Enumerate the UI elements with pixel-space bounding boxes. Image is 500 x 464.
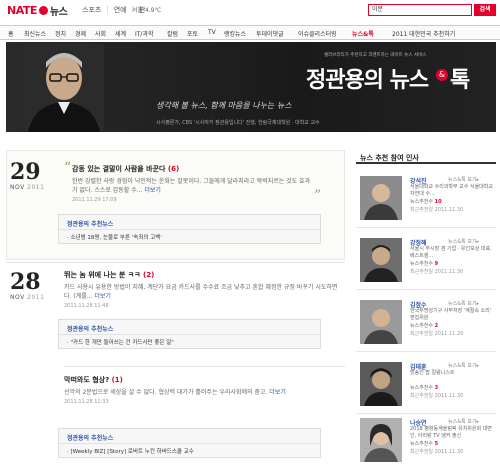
gnb-world[interactable]: 세계 — [115, 29, 126, 38]
gnb-economy[interactable]: 경제 — [75, 29, 86, 38]
gnb-it[interactable]: IT/과학 — [135, 29, 154, 38]
date-day: 29 — [10, 159, 41, 185]
participant-count: 뉴스추천수 10 — [410, 199, 442, 205]
participant-count: 뉴스추천수 9 — [410, 261, 439, 267]
quote-open-icon: “ — [64, 160, 72, 176]
gnb-politics[interactable]: 정치 — [55, 29, 66, 38]
article-headline[interactable]: 감동 있는 결말이 사람을 바꾼다 (6) — [72, 164, 312, 174]
more-link[interactable]: 더보기 — [94, 293, 111, 300]
gnb-year-link[interactable]: 2011 대한민국 추천하기 — [392, 29, 455, 38]
participant-photo — [360, 300, 402, 344]
gnb-today-comment[interactable]: 투데이댓글 — [256, 29, 284, 38]
view-link[interactable]: 뉴스&톡 보기▸ — [448, 300, 479, 307]
banner-small-text: 셀러브리티가 추천하고 코멘트하는 네이트 뉴스 서비스 — [324, 53, 427, 58]
logo-dot-icon — [38, 6, 48, 15]
date-day: 28 — [10, 269, 41, 295]
article-headline[interactable]: 막떠와도 협상? (1) — [64, 375, 340, 385]
participant-photo — [360, 418, 402, 462]
participant-photo — [360, 176, 402, 220]
participant-row[interactable]: 나승연 뉴스&톡 보기▸ 2018 평창동계올림픽 유치위원회 대변인, 아리랑… — [356, 412, 496, 464]
banner-tok: 톡 — [450, 68, 471, 93]
gnb-latest[interactable]: 최신뉴스 — [24, 29, 46, 38]
nav-entertainment[interactable]: 연예 — [114, 5, 127, 15]
date-block: 29 NOV 2011 — [10, 160, 50, 191]
participants-sidebar: 뉴스 추천 참여 인사 강석진 뉴스&톡 보기▸ 서울대학교 수리과학부 교수 … — [356, 150, 496, 464]
participant-desc: 한국투명성기구 사무처장 '계절속 소리' 편집위원 — [410, 308, 492, 321]
participant-desc: 서울시 부시장 겸 기업 · 유인보상 대표, 베스트셀... — [410, 246, 492, 259]
weather-text: 서울 4.9℃ — [132, 7, 162, 14]
participant-date: 최근추천일 2011.11.29 — [410, 331, 464, 337]
more-link[interactable]: 더보기 — [144, 187, 161, 194]
view-link[interactable]: 뉴스&톡 보기▸ — [448, 176, 479, 183]
nav-sports[interactable]: 스포츠 — [82, 5, 101, 15]
gnb-ranking[interactable]: 랭킹뉴스 — [224, 29, 246, 38]
gnb-society[interactable]: 사회 — [95, 29, 106, 38]
recommend-item[interactable]: · "카드 한 개만 들어쓰는 건 카드사만 좋은 일" — [67, 338, 174, 346]
logo-nate: NATE — [7, 4, 37, 17]
gnb-photo[interactable]: 포토 — [187, 29, 198, 38]
gnb-column[interactable]: 칼럼 — [167, 29, 178, 38]
more-link[interactable]: 더보기 — [269, 389, 286, 396]
article-timestamp: 2011.11.28 11:48 — [64, 303, 109, 309]
participant-count: 뉴스추천수 2 — [410, 323, 439, 329]
top-bar: NATE 뉴스 스포츠 | 연예 | 판 서울 4.9℃ 이분 검색 — [0, 0, 500, 19]
article: 감동 있는 결말이 사람을 바꾼다 (6) 한번 강렬한 사랑 경험이 낙인적는… — [72, 164, 312, 203]
gnb-tv[interactable]: TV — [208, 29, 216, 36]
gnb-issue[interactable]: 이슈클리스터링 — [298, 29, 337, 38]
banner-slogan: 생각해 볼 뉴스, 함께 마음을 나누는 뉴스 — [156, 101, 292, 110]
recommend-item[interactable]: · [Weekly BIZ] [Story] 로버트 누킨 하버드스쿨 교수 — [67, 447, 194, 455]
article-timestamp: 2011.11.28 11:33 — [64, 399, 109, 405]
participant-row[interactable]: 강석진 뉴스&톡 보기▸ 서울대학교 수리과학부 교수 서울대학교 자연대 수.… — [356, 170, 496, 228]
hero-banner: 셀러브리티가 추천하고 코멘트하는 네이트 뉴스 서비스 정관용의 뉴스 & 톡… — [6, 42, 496, 132]
recommend-title: 정관용의 추천뉴스 — [67, 435, 114, 442]
participant-count: 뉴스추천수 3 — [410, 385, 439, 391]
participant-count: 뉴스추천수 5 — [410, 441, 439, 447]
participant-desc: 2018 평창동계올림픽 유치위원회 대변인, 아리랑 TV 앵커 출신 — [410, 426, 492, 439]
participant-date: 최근추천일 2011.11.30 — [410, 393, 464, 399]
participant-row[interactable]: 김태훈 뉴스&톡 보기▸ 방송인 팝 칼럼니스트 뉴스추천수 3 최근추천일 2… — [356, 356, 496, 414]
view-link[interactable]: 뉴스&톡 보기▸ — [448, 238, 479, 245]
view-link[interactable]: 뉴스&톡 보기▸ — [448, 362, 479, 369]
gnb-home[interactable]: 홈 — [8, 29, 14, 38]
recommend-box: 정관용의 추천뉴스 · 소년범 18명, 눈물로 부른 '속죄의 고백' — [58, 214, 321, 244]
view-link[interactable]: 뉴스&톡 보기▸ — [448, 418, 479, 425]
participant-desc: 서울대학교 수리과학부 교수 서울대학교 자연대 수... — [410, 184, 493, 197]
category-nav: 홈 최신뉴스 정치 경제 사회 세계 IT/과학 칼럼 포토 TV 랭킹뉴스 투… — [0, 25, 500, 40]
recommend-title: 정관용의 추천뉴스 — [67, 221, 114, 228]
banner-title: 정관용의 뉴스 — [306, 68, 429, 93]
date-block: 28 NOV 2011 — [10, 270, 50, 301]
banner-credit: 시사평론가, CBS '시사자키 정관용입니다' 진행, 한림국제대학원 · 대… — [156, 120, 320, 126]
participant-date: 최근추천일 2011.11.30 — [410, 269, 464, 275]
recommend-box: 정관용의 추천뉴스 · [Weekly BIZ] [Story] 로버트 누킨 … — [58, 428, 321, 458]
article-timestamp: 2011.11.29 17:09 — [72, 197, 117, 203]
participant-row[interactable]: 강정해 뉴스&톡 보기▸ 서울시 부시장 겸 기업 · 유인보상 대표, 베스트… — [356, 232, 496, 290]
article: 뛰는 놈 위에 나는 분 ㅋㅋ (2) 카드 사용시 유용한 방법이 지혜, 계… — [64, 270, 340, 309]
recommend-title: 정관용의 추천뉴스 — [67, 326, 114, 333]
recommend-box: 정관용의 추천뉴스 · "카드 한 개만 들어쓰는 건 카드사만 좋은 일" — [58, 319, 321, 349]
participant-photo — [360, 362, 402, 406]
article-body: 카드 사용시 유용한 방법이 지혜, 계단가 요금 카드사를 수수료 조금 낮추… — [64, 284, 338, 300]
search-button[interactable]: 검색 — [474, 4, 496, 16]
article-body: 한번 강렬한 사랑 경험이 낙인적는 운화는 잘못이다. 그들에게 달라지라고 … — [72, 178, 311, 194]
article: 막떠와도 협상? (1) 선악의 2분법으로 세상을 살 수 없다. 협상력 대… — [64, 375, 340, 405]
participant-row[interactable]: 김정수 뉴스&톡 보기▸ 한국투명성기구 사무처장 '계절속 소리' 편집위원 … — [356, 294, 496, 352]
date-month: NOV 2011 — [10, 184, 45, 191]
search-input[interactable]: 이분 — [368, 4, 472, 16]
participant-photo — [360, 238, 402, 282]
article-body: 선악의 2분법으로 세상을 살 수 없다. 협상력 대가가 흘러주는 우리사회에… — [64, 389, 286, 396]
participant-date: 최근추천일 2011.11.30 — [410, 449, 464, 455]
recommend-item[interactable]: · 소년범 18명, 눈물로 부른 '속죄의 고백' — [67, 233, 162, 241]
participant-date: 최근추천일 2011.11.30 — [410, 207, 464, 213]
banner-amp: & — [436, 69, 448, 81]
article-headline[interactable]: 뛰는 놈 위에 나는 분 ㅋㅋ (2) — [64, 270, 340, 280]
quote-close-icon: ” — [314, 188, 322, 204]
gnb-news-talk[interactable]: 뉴스&톡 — [352, 29, 374, 38]
portrait-image — [24, 44, 104, 132]
sidebar-header: 뉴스 추천 참여 인사 — [356, 150, 496, 164]
participant-desc: 방송인 팝 칼럼니스트 — [410, 370, 455, 376]
date-month: NOV 2011 — [10, 294, 45, 301]
nate-news-logo[interactable]: NATE 뉴스 — [7, 3, 68, 18]
logo-news: 뉴스 — [49, 7, 68, 18]
